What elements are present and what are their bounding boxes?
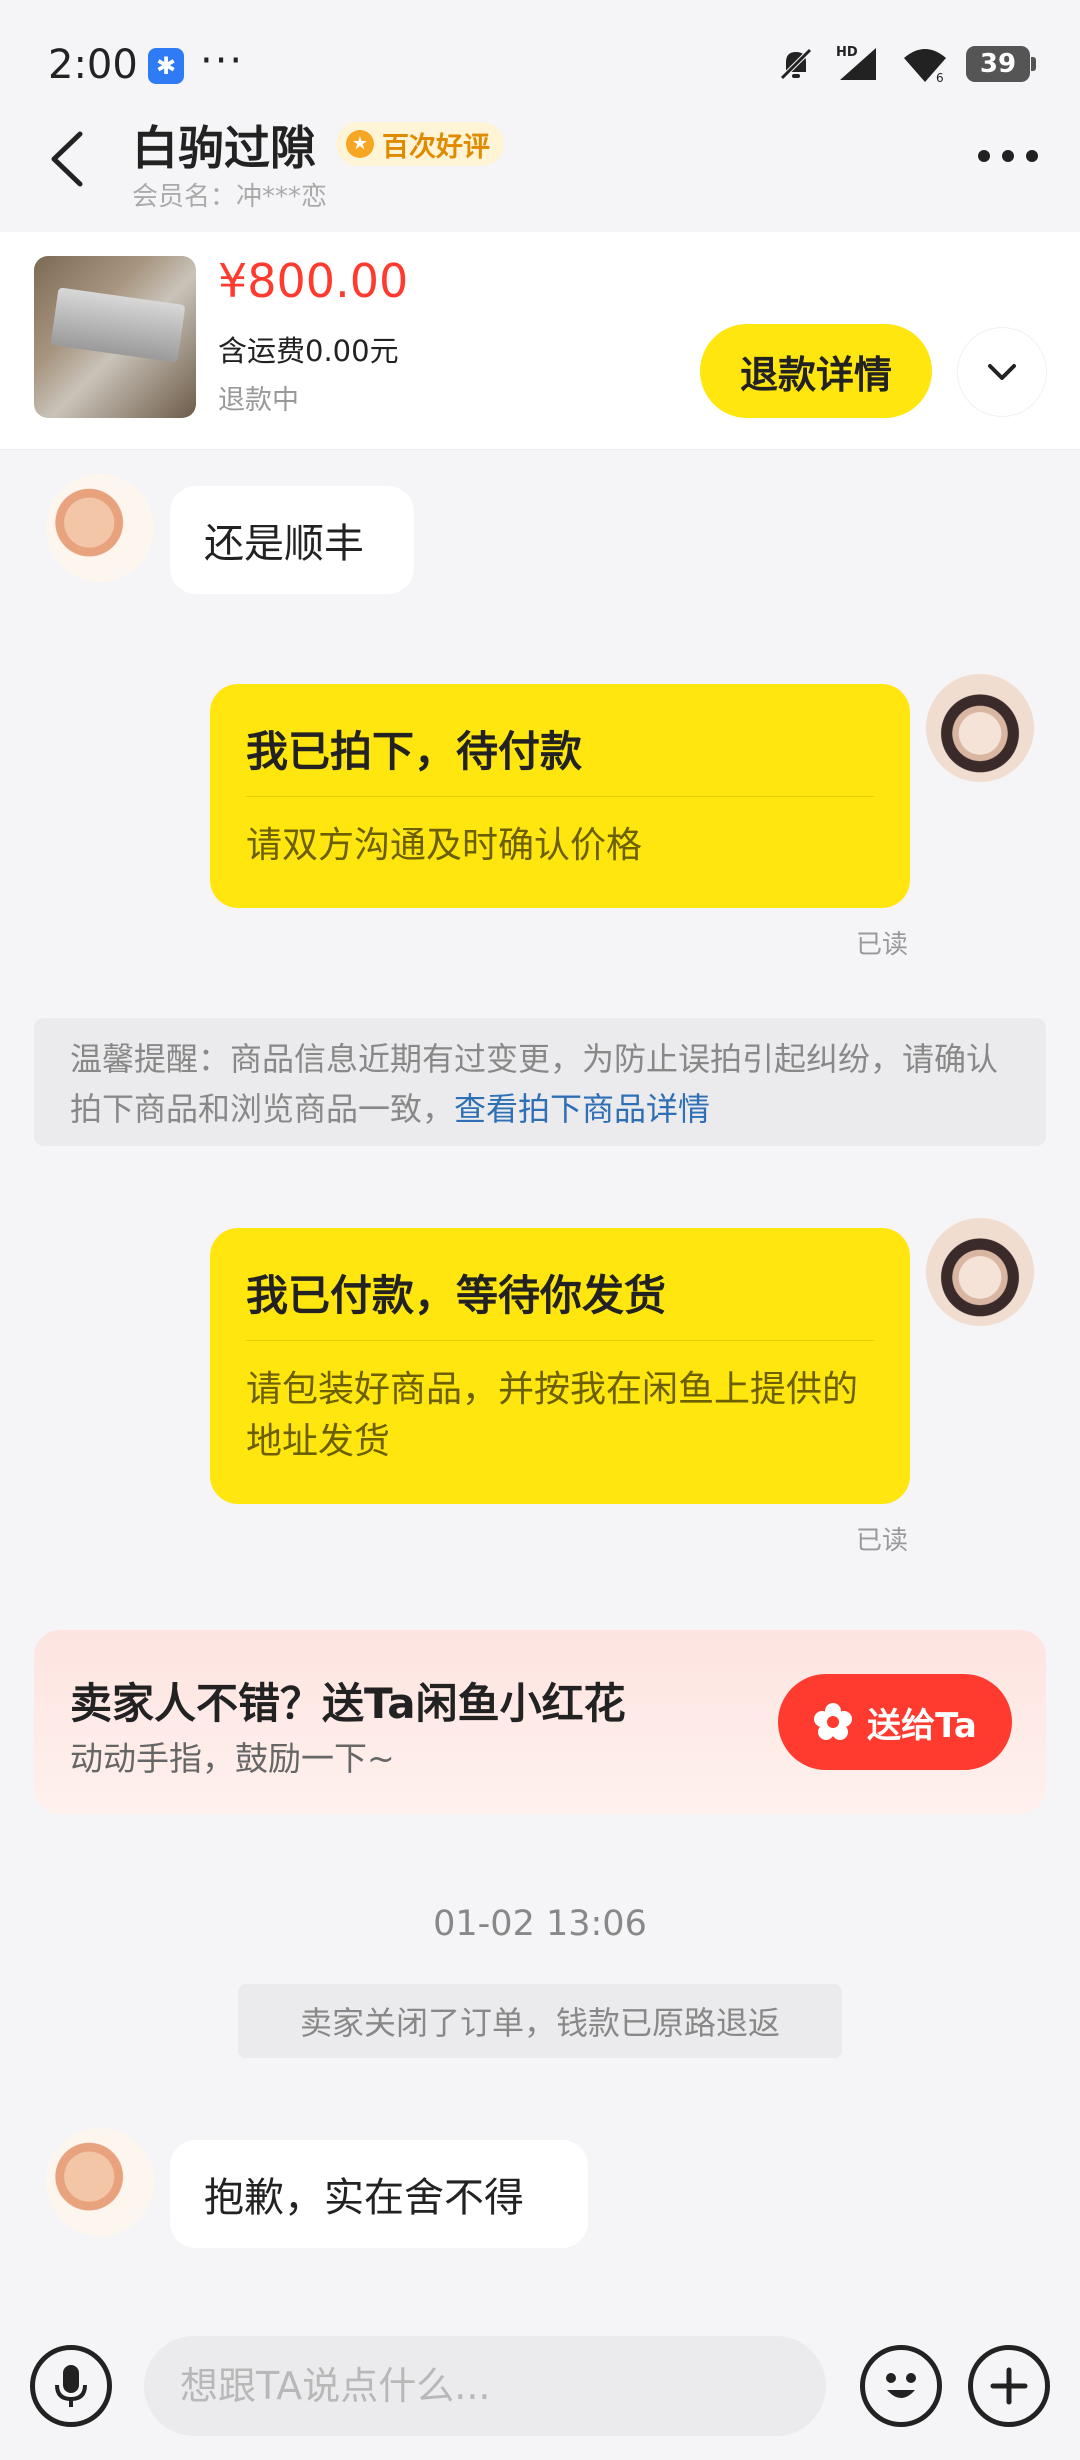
order-card-placed[interactable]: 我已拍下，待付款 请双方沟通及时确认价格 [210, 684, 910, 908]
microphone-icon [55, 2365, 87, 2407]
signal-icon: HD [836, 45, 876, 80]
seller-avatar[interactable] [46, 474, 154, 582]
refund-details-button[interactable]: 退款详情 [700, 324, 932, 418]
incoming-message[interactable]: 还是顺丰 [170, 486, 414, 594]
badge-label: 百次好评 [382, 131, 490, 163]
status-time: 2:00 [48, 42, 138, 88]
my-avatar[interactable] [926, 1218, 1034, 1326]
more-options-icon[interactable] [978, 150, 1038, 162]
more-notifications-icon: ··· [200, 38, 245, 84]
emoji-button[interactable] [860, 2345, 942, 2427]
back-arrow-icon[interactable] [44, 128, 94, 190]
card-title: 我已付款，等待你发货 [246, 1271, 667, 1320]
badge-star-icon: ★ [346, 130, 374, 158]
message-input[interactable] [144, 2336, 826, 2436]
card-body: 请双方沟通及时确认价格 [246, 825, 643, 866]
card-title: 我已拍下，待付款 [246, 727, 583, 776]
warm-reminder-notice: 温馨提醒：商品信息近期有过变更，为防止误拍引起纠纷，请确认拍下商品和浏览商品一致… [34, 1018, 1046, 1146]
expand-button[interactable] [958, 328, 1046, 416]
my-avatar[interactable] [926, 674, 1034, 782]
order-status: 退款中 [218, 385, 299, 416]
mute-bell-icon [780, 48, 812, 80]
card-body: 请包装好商品，并按我在闲鱼上提供的地址发货 [246, 1369, 859, 1462]
send-flower-button[interactable]: 送给Ta [778, 1674, 1012, 1770]
incoming-message[interactable]: 抱歉，实在舍不得 [170, 2140, 588, 2248]
card-divider [246, 796, 874, 797]
hd-label: HD [836, 45, 858, 60]
order-card-paid[interactable]: 我已付款，等待你发货 请包装好商品，并按我在闲鱼上提供的地址发货 [210, 1228, 910, 1504]
send-flower-label: 送给Ta [867, 1705, 977, 1746]
rating-badge[interactable]: ★ 百次好评 [336, 122, 504, 166]
product-price: ¥800.00 [218, 254, 409, 308]
system-message: 卖家关闭了订单，钱款已原路退返 [238, 1984, 842, 2058]
flower-icon [814, 1703, 853, 1740]
promo-subtitle: 动动手指，鼓励一下~ [70, 1739, 395, 1778]
product-shipping: 含运费0.00元 [218, 334, 399, 368]
read-receipt: 已读 [856, 1526, 909, 1556]
promo-title: 卖家人不错？送Ta闲鱼小红花 [70, 1679, 626, 1728]
wifi-sub-label: 6 [936, 71, 944, 84]
wifi-icon: 6 [904, 49, 946, 84]
flower-promo-card: 卖家人不错？送Ta闲鱼小红花 动动手指，鼓励一下~ 送给Ta [34, 1630, 1046, 1814]
plus-icon [990, 2367, 1028, 2405]
smiley-icon [886, 2373, 916, 2398]
voice-input-button[interactable] [30, 2345, 112, 2427]
seller-avatar[interactable] [46, 2128, 154, 2236]
view-order-details-link[interactable]: 查看拍下商品详情 [454, 1090, 710, 1128]
card-divider [246, 1340, 874, 1341]
battery-icon: 39 [966, 46, 1036, 82]
chat-app-icon: ✱ [148, 48, 184, 84]
more-actions-button[interactable] [968, 2345, 1050, 2427]
chevron-down-icon [988, 364, 1016, 380]
message-timestamp: 01-02 13:06 [433, 1904, 647, 1944]
product-thumbnail[interactable] [34, 256, 196, 418]
seller-name[interactable]: 白驹过隙 [132, 112, 316, 178]
member-name: 会员名：冲***恋 [132, 182, 328, 212]
read-receipt: 已读 [856, 930, 909, 960]
status-icons: HD 6 39 [776, 44, 1036, 84]
